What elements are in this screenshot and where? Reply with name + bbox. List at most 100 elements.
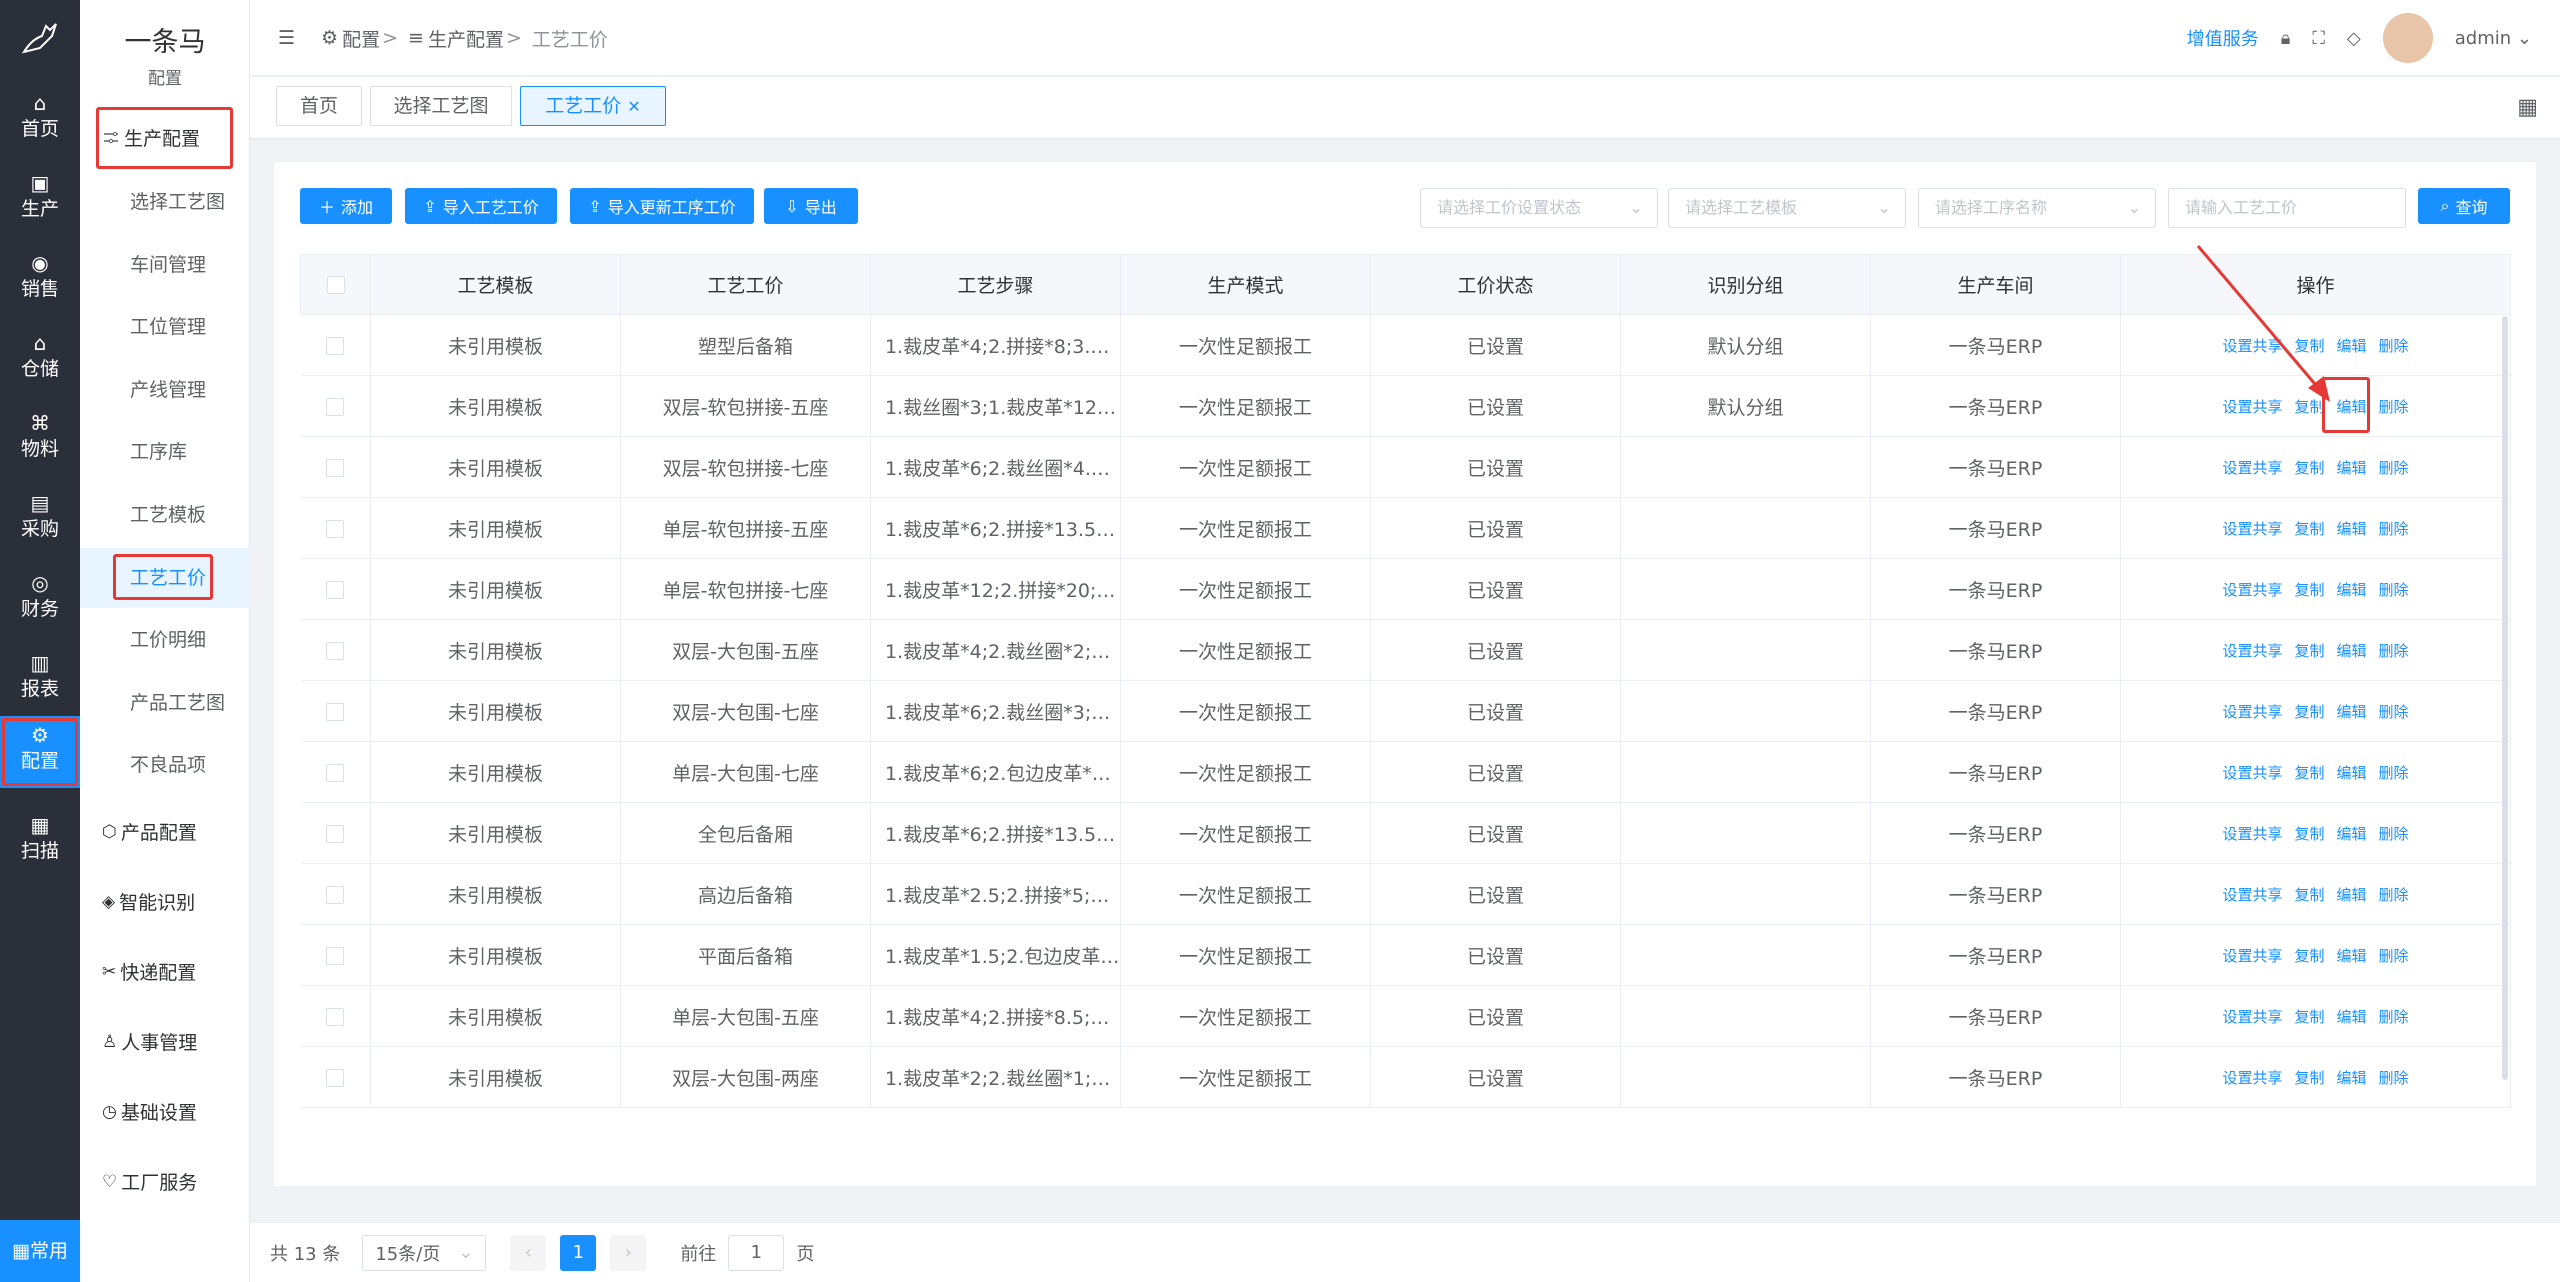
process-price-input[interactable]: 请输入工艺工价: [2168, 188, 2406, 228]
rail-item-6[interactable]: ◎ 财务: [0, 564, 80, 636]
delete-link[interactable]: 删除: [2379, 459, 2409, 477]
delete-link[interactable]: 删除: [2379, 398, 2409, 416]
edit-link[interactable]: 编辑: [2337, 764, 2367, 782]
sidebar-subitem-9[interactable]: 不良品项: [80, 735, 250, 795]
tab-select-process-diagram[interactable]: 选择工艺图: [370, 86, 512, 126]
table-scrollbar[interactable]: [2502, 316, 2508, 1080]
copy-link[interactable]: 复制: [2294, 581, 2324, 599]
row-checkbox[interactable]: [300, 497, 371, 559]
rail-item-2[interactable]: ◉ 销售: [0, 244, 80, 316]
sidebar-group-2[interactable]: ✂ 快递配置: [102, 958, 196, 985]
sidebar-subitem-3[interactable]: 产线管理: [80, 360, 250, 420]
apps-grid-icon[interactable]: ▦: [2517, 95, 2538, 120]
theme-icon[interactable]: ◇: [2347, 28, 2361, 49]
table-row[interactable]: 未引用模板 塑型后备箱 1.裁皮革*4;2.拼接*8;3.包... 一次性足额报工 已设…: [300, 314, 2511, 376]
edit-link[interactable]: 编辑: [2337, 1069, 2367, 1087]
row-checkbox[interactable]: [300, 924, 371, 986]
share-link[interactable]: 设置共享: [2222, 581, 2282, 599]
rail-item-8[interactable]: ⚙ 配置: [0, 716, 80, 788]
sidebar-subitem-1[interactable]: 车间管理: [80, 235, 250, 295]
row-checkbox[interactable]: [300, 802, 371, 864]
table-row[interactable]: 未引用模板 单层-软包拼接-七座 1.裁皮革*12;2.拼接*20;3.... 一次性…: [300, 558, 2511, 620]
table-row[interactable]: 未引用模板 双层-大包围-五座 1.裁皮革*4;2.裁丝圈*2;3.... 一次性足额…: [300, 619, 2511, 681]
edit-link[interactable]: 编辑: [2337, 886, 2367, 904]
sidebar-subitem-8[interactable]: 产品工艺图: [80, 673, 250, 733]
table-row[interactable]: 未引用模板 单层-软包拼接-五座 1.裁皮革*6;2.拼接*13.5;3.... 一次…: [300, 497, 2511, 559]
row-checkbox[interactable]: [300, 558, 371, 620]
delete-link[interactable]: 删除: [2379, 825, 2409, 843]
lock-icon[interactable]: 🔒︎: [2281, 28, 2291, 49]
delete-link[interactable]: 删除: [2379, 764, 2409, 782]
next-page-button[interactable]: ›: [610, 1234, 647, 1271]
sidebar-subitem-2[interactable]: 工位管理: [80, 297, 250, 357]
delete-link[interactable]: 删除: [2379, 703, 2409, 721]
copy-link[interactable]: 复制: [2294, 886, 2324, 904]
copy-link[interactable]: 复制: [2294, 947, 2324, 965]
rail-item-5[interactable]: ▤ 采购: [0, 484, 80, 556]
sidebar-subitem-5[interactable]: 工艺模板: [80, 485, 250, 545]
row-checkbox[interactable]: [300, 619, 371, 681]
edit-link[interactable]: 编辑: [2337, 520, 2367, 538]
delete-link[interactable]: 删除: [2379, 1008, 2409, 1026]
breadcrumb-config[interactable]: 配置: [342, 25, 380, 52]
table-row[interactable]: 未引用模板 双层-大包围-两座 1.裁皮革*2;2.裁丝圈*1;3.... 一次性足额…: [300, 1046, 2511, 1108]
edit-link[interactable]: 编辑: [2337, 459, 2367, 477]
table-row[interactable]: 未引用模板 高边后备箱 1.裁皮革*2.5;2.拼接*5;3.... 一次性足额报工已…: [300, 863, 2511, 925]
copy-link[interactable]: 复制: [2294, 825, 2324, 843]
copy-link[interactable]: 复制: [2294, 764, 2324, 782]
row-checkbox[interactable]: [300, 1046, 371, 1108]
edit-link[interactable]: 编辑: [2337, 581, 2367, 599]
import-update-price-button[interactable]: ⇪ 导入更新工序工价: [570, 188, 754, 224]
page-number-current[interactable]: 1: [560, 1234, 597, 1271]
row-checkbox[interactable]: [300, 375, 371, 437]
rail-item-7[interactable]: ▥ 报表: [0, 644, 80, 716]
rail-item-4[interactable]: ⌘ 物料: [0, 404, 80, 476]
sidebar-group-3[interactable]: ♙ 人事管理: [102, 1028, 197, 1055]
copy-link[interactable]: 复制: [2294, 1008, 2324, 1026]
row-checkbox[interactable]: [300, 436, 371, 498]
add-button[interactable]: ＋添加: [300, 188, 392, 224]
sidebar-subitem-6[interactable]: 工艺工价: [80, 547, 250, 608]
table-row[interactable]: 未引用模板 全包后备厢 1.裁皮革*6;2.拼接*13.5;3.... 一次性足额报工…: [300, 802, 2511, 864]
export-button[interactable]: ⇩ 导出: [764, 188, 858, 224]
delete-link[interactable]: 删除: [2379, 581, 2409, 599]
share-link[interactable]: 设置共享: [2222, 1008, 2282, 1026]
process-template-select[interactable]: 请选择工艺模板 ⌄: [1668, 188, 1906, 228]
select-all-checkbox[interactable]: [300, 254, 371, 315]
sidebar-subitem-0[interactable]: 选择工艺图: [80, 172, 250, 232]
table-row[interactable]: 未引用模板 单层-大包围-五座 1.裁皮革*4;2.拼接*8.5;3.... 一次性足…: [300, 985, 2511, 1047]
edit-link[interactable]: 编辑: [2337, 337, 2367, 355]
edit-link[interactable]: 编辑: [2337, 703, 2367, 721]
table-row[interactable]: 未引用模板 单层-大包围-七座 1.裁皮革*6;2.包边皮革*4.5... 一次性足额…: [300, 741, 2511, 803]
copy-link[interactable]: 复制: [2294, 459, 2324, 477]
share-link[interactable]: 设置共享: [2222, 825, 2282, 843]
sidebar-group-1[interactable]: ◈ 智能识别: [102, 888, 195, 915]
delete-link[interactable]: 删除: [2379, 886, 2409, 904]
sidebar-group-4[interactable]: ◷ 基础设置: [102, 1098, 197, 1125]
row-checkbox[interactable]: [300, 680, 371, 742]
share-link[interactable]: 设置共享: [2222, 642, 2282, 660]
table-row[interactable]: 未引用模板 双层-软包拼接-七座 1.裁皮革*6;2.裁丝圈*4.5;3... 一次性…: [300, 436, 2511, 498]
avatar[interactable]: [2382, 13, 2433, 63]
edit-link[interactable]: 编辑: [2337, 825, 2367, 843]
sidebar-subitem-4[interactable]: 工序库: [80, 422, 250, 482]
rail-item-3[interactable]: ⌂ 仓储: [0, 324, 80, 396]
common-shortcuts-button[interactable]: ▦常用: [0, 1220, 80, 1282]
user-menu[interactable]: admin ⌄: [2455, 28, 2532, 49]
prev-page-button[interactable]: ‹: [510, 1234, 547, 1271]
collapse-menu-icon[interactable]: ☰: [278, 27, 295, 49]
table-row[interactable]: 未引用模板 平面后备箱 1.裁皮革*1.5;2.包边皮革*1... 一次性足额报工 已设…: [300, 924, 2511, 986]
copy-link[interactable]: 复制: [2294, 520, 2324, 538]
share-link[interactable]: 设置共享: [2222, 1069, 2282, 1087]
edit-link[interactable]: 编辑: [2337, 398, 2367, 416]
tab-process-price[interactable]: 工艺工价 ✕: [520, 86, 666, 126]
value-service-link[interactable]: 增值服务: [2187, 25, 2259, 51]
close-icon[interactable]: ✕: [627, 97, 640, 116]
row-checkbox[interactable]: [300, 863, 371, 925]
delete-link[interactable]: 删除: [2379, 642, 2409, 660]
sidebar-group-production-config[interactable]: 生产配置: [102, 124, 200, 151]
row-checkbox[interactable]: [300, 314, 371, 376]
share-link[interactable]: 设置共享: [2222, 886, 2282, 904]
sidebar-group-5[interactable]: ♡ 工厂服务: [102, 1168, 197, 1195]
share-link[interactable]: 设置共享: [2222, 459, 2282, 477]
